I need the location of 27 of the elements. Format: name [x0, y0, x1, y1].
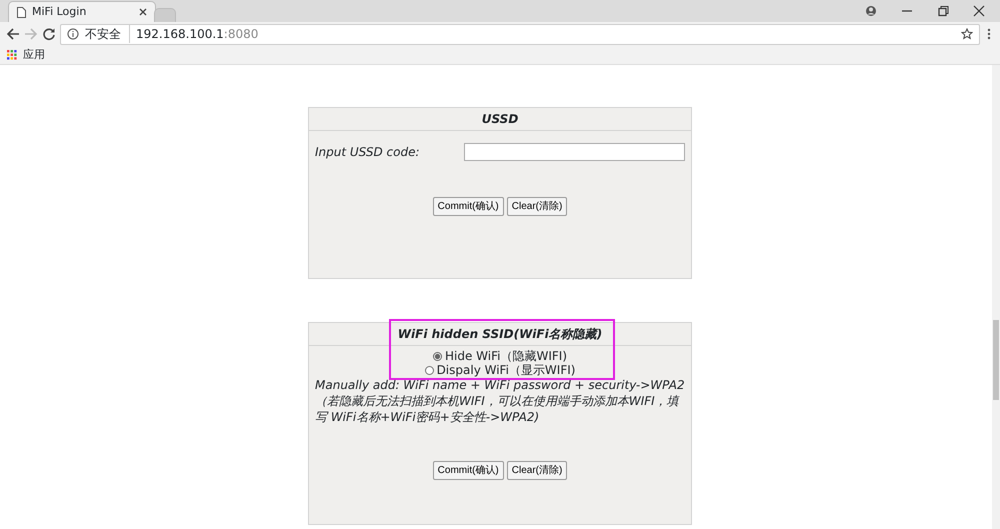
radio-button[interactable]	[433, 352, 442, 360]
security-label: 不安全	[85, 25, 130, 43]
page-icon	[17, 6, 26, 18]
info-icon[interactable]	[67, 28, 79, 40]
close-icon[interactable]	[139, 8, 147, 16]
reload-icon[interactable]	[42, 27, 56, 41]
scroll-thumb[interactable]	[993, 320, 999, 400]
address-bar[interactable]: 不安全 192.168.100.1:8080	[60, 24, 980, 44]
browser-tab[interactable]: MiFi Login	[8, 1, 156, 22]
commit-button[interactable]: Commit(确认)	[432, 461, 504, 480]
back-icon[interactable]	[6, 27, 20, 41]
apps-grid-icon	[7, 50, 17, 60]
clear-button[interactable]: Clear(清除)	[506, 461, 568, 480]
url-text: 192.168.100.1:8080	[136, 26, 258, 43]
scrollbar[interactable]	[992, 65, 1000, 529]
note-text: Manually add: WiFi name + WiFi password + security->WPA2 （若隐藏后无法扫描到本机WIFI，可以在使用端手动添加本WIFI，填写 WiFi名称+WiFi密码+安全性->WPA2)	[315, 377, 685, 425]
radio-button[interactable]	[424, 366, 434, 374]
clear-button[interactable]: Clear(清除)	[506, 197, 568, 216]
star-icon[interactable]	[961, 28, 973, 40]
radio-option[interactable]: Hide WiFi（隐藏WIFI)	[433, 349, 567, 363]
commit-button[interactable]: Commit(确认)	[432, 197, 504, 216]
input-field[interactable]	[464, 143, 685, 161]
radio-option[interactable]: Dispaly WiFi（显示WIFI)	[424, 363, 576, 377]
panel-title: WiFi hidden SSID(WiFi名称隐藏)	[309, 323, 691, 346]
field-label: Input USSD code:	[315, 144, 420, 161]
bookmark-item[interactable]: 应用	[7, 46, 45, 64]
panel-title: USSD	[309, 108, 691, 131]
